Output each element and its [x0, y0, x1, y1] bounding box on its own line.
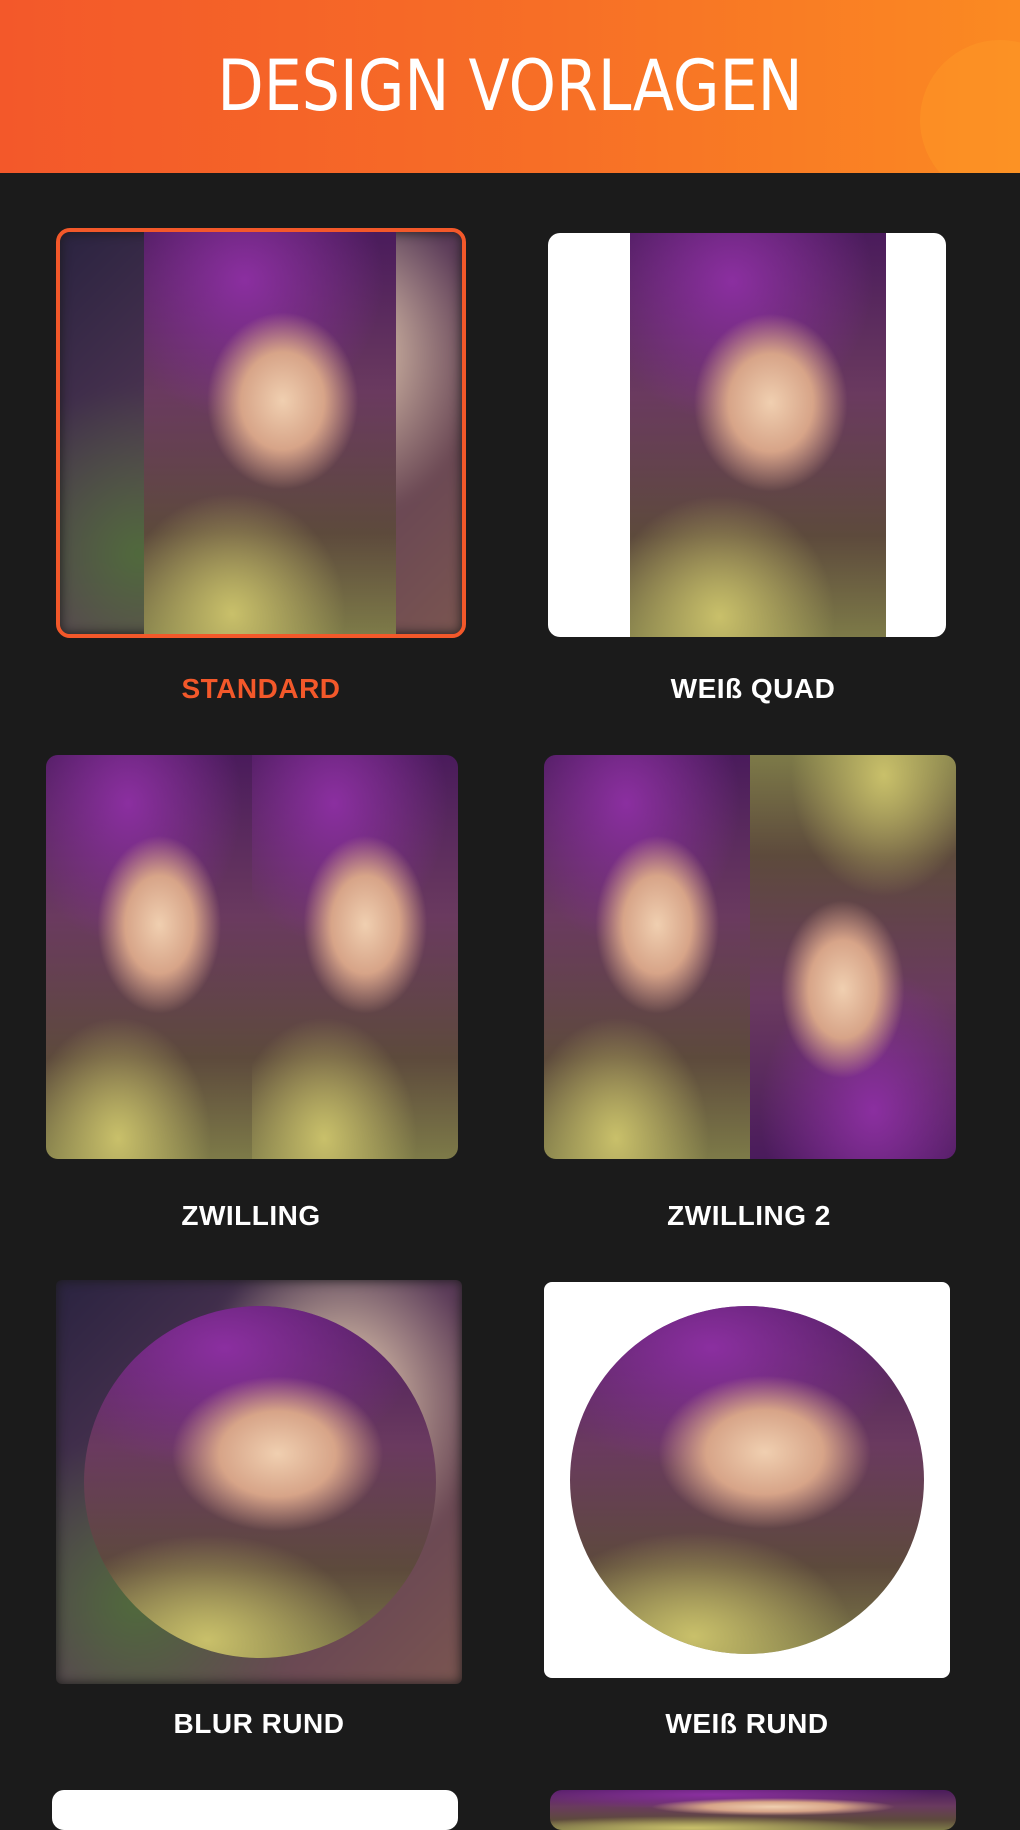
template-label: STANDARD: [181, 673, 341, 704]
portrait-image-left: [46, 755, 252, 1159]
template-standard[interactable]: [56, 228, 466, 638]
portrait-image-flipped: [750, 755, 956, 1159]
template-label: WEIß RUND: [665, 1708, 829, 1739]
template-weiss-quad[interactable]: [548, 233, 946, 637]
template-thumbnail: [46, 755, 458, 1159]
template-thumbnail: [544, 1282, 950, 1678]
template-thumbnail: [56, 228, 466, 638]
template-next-right[interactable]: [550, 1790, 956, 1830]
round-portrait: [570, 1306, 924, 1654]
template-label: ZWILLING: [181, 1200, 321, 1231]
template-zwilling[interactable]: [46, 755, 458, 1159]
round-portrait: [84, 1306, 436, 1658]
template-label: ZWILLING 2: [667, 1200, 831, 1231]
template-label: WEIß QUAD: [670, 673, 836, 704]
portrait-image: [570, 1306, 924, 1654]
portrait-image-left: [544, 755, 750, 1159]
portrait-image-right: [252, 755, 458, 1159]
app-header: DESIGN VORLAGEN: [0, 0, 1020, 173]
template-thumbnail: [548, 233, 946, 637]
page-title: DESIGN VORLAGEN: [217, 45, 803, 127]
portrait-image: [630, 233, 886, 637]
template-next-left[interactable]: [52, 1790, 458, 1830]
template-blur-rund[interactable]: [56, 1280, 462, 1684]
template-thumbnail: [550, 1790, 956, 1830]
template-weiss-rund[interactable]: [544, 1282, 950, 1678]
portrait-image: [84, 1306, 436, 1658]
template-thumbnail: [52, 1790, 458, 1830]
template-thumbnail: [544, 755, 956, 1159]
portrait-image: [144, 232, 396, 634]
template-zwilling-2[interactable]: [544, 755, 956, 1159]
template-label: BLUR RUND: [173, 1708, 345, 1739]
template-thumbnail: [56, 1280, 462, 1684]
